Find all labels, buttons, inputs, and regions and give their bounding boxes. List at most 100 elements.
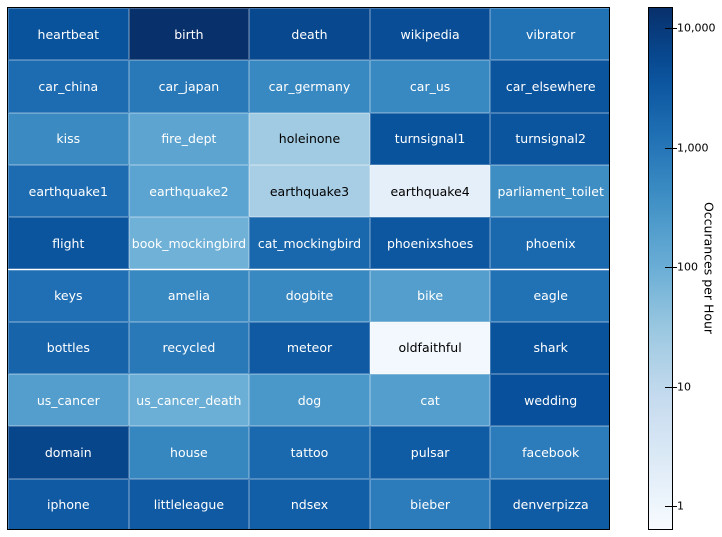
cell-label: oldfaithful: [398, 340, 462, 356]
heatmap-cell-flight: flight: [8, 217, 129, 270]
heatmap-cell-earthquake1: earthquake1: [8, 164, 129, 218]
heatmap-cell-recycled: recycled: [128, 321, 250, 375]
heatmap-cell-vibrator: vibrator: [490, 8, 609, 61]
cell-label: us_cancer_death: [136, 392, 242, 408]
heatmap-cell-cat_mockingbird: cat_mockingbird: [249, 217, 370, 270]
cell-label: facebook: [522, 445, 580, 461]
colorbar-label: Occurances per Hour: [701, 201, 717, 335]
cell-label: fire_dept: [161, 131, 217, 147]
colorbar-tick-mark: [665, 147, 677, 149]
colorbar-tick-label: 10: [677, 380, 691, 394]
heatmap-cell-holeinone: holeinone: [249, 112, 370, 165]
heatmap-cell-earthquake2: earthquake2: [128, 164, 250, 218]
cell-label: vibrator: [526, 26, 576, 42]
heatmap-cell-keys: keys: [8, 269, 129, 322]
heatmap-cell-oldfaithful: oldfaithful: [369, 321, 491, 375]
colorbar-tick-label: 1: [677, 499, 684, 513]
heatmap-cell-bieber: bieber: [369, 478, 491, 529]
cell-label: recycled: [162, 340, 216, 356]
heatmap-cell-parliament_toilet: parliament_toilet: [490, 164, 609, 218]
cell-label: bike: [417, 288, 444, 304]
heatmap-cell-littleleague: littleleague: [128, 478, 250, 529]
cell-label: earthquake1: [28, 183, 108, 199]
colorbar-tick-label: 1,000: [677, 141, 709, 155]
cell-label: amelia: [167, 288, 210, 304]
heatmap-cell-domain: domain: [8, 426, 129, 479]
cell-label: cat_mockingbird: [257, 235, 362, 251]
colorbar-tick-mark: [665, 267, 677, 269]
heatmap-cell-car_elsewhere: car_elsewhere: [490, 60, 609, 113]
heatmap-cell-bottles: bottles: [8, 321, 129, 375]
cell-label: wedding: [524, 392, 578, 408]
heatmap-cell-us_cancer: us_cancer: [8, 374, 129, 427]
cell-label: cat: [420, 392, 440, 408]
heatmap-cell-cat: cat: [369, 374, 491, 427]
heatmap-cell-heartbeat: heartbeat: [8, 8, 129, 61]
cell-label: house: [170, 445, 208, 461]
colorbar-tick-label: 100: [677, 260, 698, 274]
heatmap-cell-car_germany: car_germany: [249, 60, 370, 113]
cell-label: car_us: [409, 78, 451, 94]
cell-label: keys: [54, 288, 83, 304]
cell-label: phoenix: [525, 235, 576, 251]
heatmap-cell-pulsar: pulsar: [369, 426, 491, 479]
cell-label: tattoo: [290, 445, 329, 461]
heatmap-cell-wikipedia: wikipedia: [369, 8, 491, 61]
cell-label: littleleague: [153, 497, 225, 513]
cell-label: dogbite: [285, 288, 334, 304]
heatmap-cell-facebook: facebook: [490, 426, 609, 479]
heatmap-grid: heartbeat birth death wikipedia vibrator car_…: [7, 7, 610, 530]
cell-label: meteor: [286, 340, 333, 356]
heatmap-cell-kiss: kiss: [8, 112, 129, 165]
cell-label: turnsignal2: [515, 131, 586, 147]
cell-label: ndsex: [290, 497, 329, 513]
cell-label: bieber: [410, 497, 451, 513]
heatmap-cell-book_mockingbird: book_mockingbird: [128, 217, 250, 270]
cell-label: holeinone: [278, 131, 341, 147]
heatmap-cell-birth: birth: [128, 8, 250, 61]
cell-label: earthquake4: [390, 183, 470, 199]
cell-label: eagle: [533, 288, 568, 304]
cell-label: earthquake3: [269, 183, 350, 199]
cell-label: parliament_toilet: [497, 183, 604, 199]
cell-label: us_cancer: [36, 392, 100, 408]
cell-label: car_japan: [158, 78, 220, 94]
heatmap-cell-car_china: car_china: [8, 60, 129, 113]
heatmap-cell-tattoo: tattoo: [249, 426, 370, 479]
heatmap-cell-car_japan: car_japan: [128, 60, 250, 113]
heatmap-cell-amelia: amelia: [128, 269, 250, 322]
cell-label: car_china: [38, 78, 99, 94]
heatmap-cell-phoenixshoes: phoenixshoes: [369, 217, 491, 270]
colorbar-tick-mark: [665, 386, 677, 388]
cell-label: bottles: [46, 340, 90, 356]
cell-label: denverpizza: [512, 497, 589, 513]
heatmap-cell-iphone: iphone: [8, 478, 129, 529]
heatmap-cell-phoenix: phoenix: [490, 217, 609, 270]
cell-label: car_elsewhere: [505, 78, 596, 94]
heatmap-cell-death: death: [249, 8, 370, 61]
heatmap-cell-earthquake4: earthquake4: [369, 164, 491, 218]
cell-label: earthquake2: [149, 183, 229, 199]
heatmap-cell-car_us: car_us: [369, 60, 491, 113]
cell-label: phoenixshoes: [386, 235, 474, 251]
heatmap-cell-eagle: eagle: [490, 269, 609, 322]
cell-label: heartbeat: [37, 26, 100, 42]
cell-label: iphone: [47, 497, 90, 513]
heatmap-cell-earthquake3: earthquake3: [249, 164, 370, 218]
cell-label: wikipedia: [400, 26, 460, 42]
cell-label: domain: [44, 445, 92, 461]
cell-label: turnsignal1: [394, 131, 466, 147]
cell-label: car_germany: [268, 78, 351, 94]
cell-label: shark: [533, 340, 568, 356]
heatmap-cell-shark: shark: [490, 321, 609, 375]
heatmap-cell-fire_dept: fire_dept: [128, 112, 250, 165]
cell-label: flight: [52, 235, 85, 251]
heatmap-cell-bike: bike: [369, 269, 491, 322]
colorbar: [648, 7, 673, 530]
heatmap-cell-meteor: meteor: [249, 321, 370, 375]
heatmap-cell-us_cancer_death: us_cancer_death: [128, 374, 250, 427]
heatmap-cell-wedding: wedding: [490, 374, 609, 427]
colorbar-tick-mark: [665, 506, 677, 508]
cell-label: book_mockingbird: [131, 235, 247, 251]
cell-label: dog: [297, 392, 322, 408]
